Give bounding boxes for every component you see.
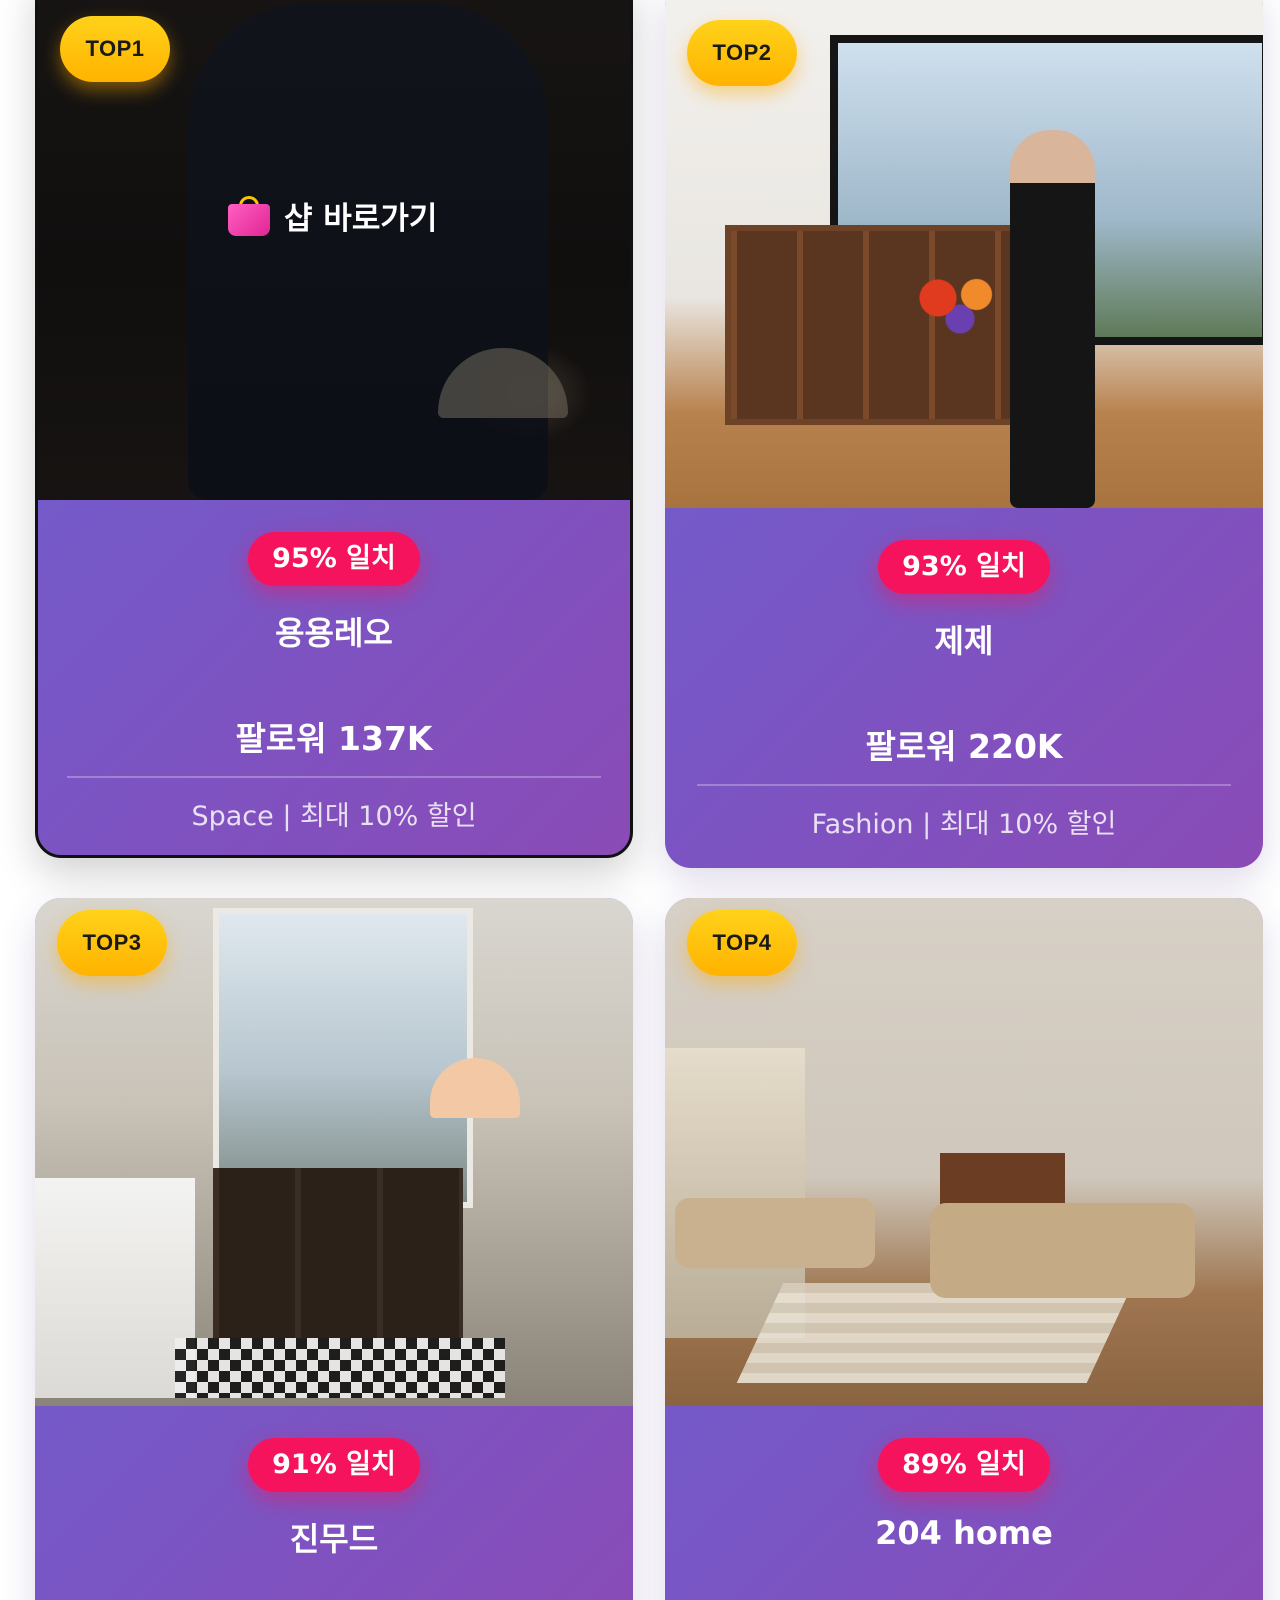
category-discount: Space | 최대 10% 할인	[38, 794, 630, 833]
match-badge: 93% 일치	[878, 540, 1050, 594]
card-info: 93% 일치 제제 팔로워 220K Fashion | 최대 10% 할인	[665, 508, 1263, 841]
card-info: 89% 일치 204 home	[665, 1406, 1263, 1552]
shopping-bag-icon	[228, 195, 270, 236]
photo-rug	[736, 1283, 1134, 1383]
follower-count: 팔로워 137K	[235, 719, 433, 758]
meta-separator: |	[922, 809, 932, 840]
card-photo: TOP2	[665, 0, 1263, 508]
shop-link-button[interactable]: 샵 바로가기	[228, 193, 437, 238]
card-info: 95% 일치 용용레오 팔로워 137K Space | 최대 10% 할인	[38, 500, 630, 833]
divider	[697, 784, 1231, 786]
photo-sofa	[675, 1198, 875, 1268]
photo-sofa	[930, 1203, 1195, 1298]
influencer-card-2[interactable]: TOP2 93% 일치 제제 팔로워 220K Fashion | 최대 10%…	[665, 0, 1263, 868]
divider	[67, 776, 601, 778]
match-badge: 91% 일치	[248, 1438, 420, 1492]
category-discount: Fashion | 최대 10% 할인	[665, 802, 1263, 841]
rank-badge: TOP1	[60, 16, 170, 82]
rank-badge: TOP4	[687, 910, 797, 976]
rank-badge: TOP3	[57, 910, 167, 976]
category-label: Fashion	[811, 809, 914, 840]
rank-badge: TOP2	[687, 20, 797, 86]
influencer-card-grid: TOP1 샵 바로가기 95% 일치 용용레오 팔로워 137K Space |…	[0, 0, 1280, 1600]
influencer-card-1[interactable]: TOP1 샵 바로가기 95% 일치 용용레오 팔로워 137K Space |…	[35, 0, 633, 858]
photo-window	[213, 908, 473, 1208]
card-photo: TOP1 샵 바로가기	[38, 0, 630, 500]
influencer-name: 204 home	[875, 1514, 1053, 1552]
follower-count: 팔로워 220K	[865, 727, 1063, 766]
card-photo: TOP3	[35, 898, 633, 1406]
influencer-name: 용용레오	[275, 614, 393, 652]
card-info: 91% 일치 진무드	[35, 1406, 633, 1560]
influencer-name: 진무드	[289, 1520, 379, 1558]
discount-label: 최대 10% 할인	[300, 801, 477, 832]
category-label: Space	[191, 801, 274, 832]
discount-label: 최대 10% 할인	[939, 809, 1117, 840]
photo-counter	[35, 1178, 195, 1398]
meta-separator: |	[282, 801, 292, 832]
match-badge: 89% 일치	[878, 1438, 1050, 1492]
shop-link-label: 샵 바로가기	[284, 201, 438, 237]
influencer-card-4[interactable]: TOP4 89% 일치 204 home	[665, 898, 1263, 1600]
match-badge: 95% 일치	[248, 532, 420, 586]
photo-cabinet	[213, 1168, 463, 1338]
influencer-card-3[interactable]: TOP3 91% 일치 진무드	[35, 898, 633, 1600]
card-photo: TOP4	[665, 898, 1263, 1406]
photo-flowers	[905, 270, 1015, 340]
photo-person	[1010, 130, 1095, 508]
influencer-name: 제제	[934, 622, 994, 660]
photo-rug	[175, 1338, 505, 1398]
